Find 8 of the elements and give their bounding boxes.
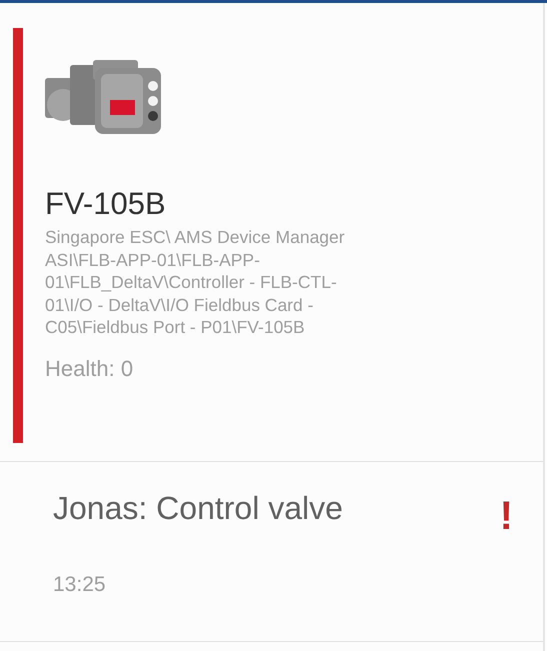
message-time: 13:25	[53, 572, 107, 598]
message-title: Jonas: Control valve	[53, 489, 343, 528]
message-card[interactable]: Jonas: Control valve ! 13:25	[0, 462, 543, 642]
health-status: Health: 0	[45, 354, 134, 382]
device-tag: FV-105B	[45, 186, 375, 222]
device-card[interactable]: FV-105B Singapore ESC\ AMS Device Manager ASI\FLB-APP-01\FLB-APP-01\FLB_DeltaV\Controller - FLB-CTL-01\I/O - DeltaV\I/O Fieldbus Card - C05\Fieldbus Port - P01\FV-105B Health: 0	[0, 3, 543, 462]
device-path: Singapore ESC\ AMS Device Manager ASI\FLB-APP-01\FLB-APP-01\FLB_DeltaV\Controller - FLB-CTL-01\I/O - DeltaV\I/O Fieldbus Card - C05\Fieldbus Port - P01\FV-105B	[45, 226, 346, 338]
alert-mark: !	[500, 494, 513, 538]
